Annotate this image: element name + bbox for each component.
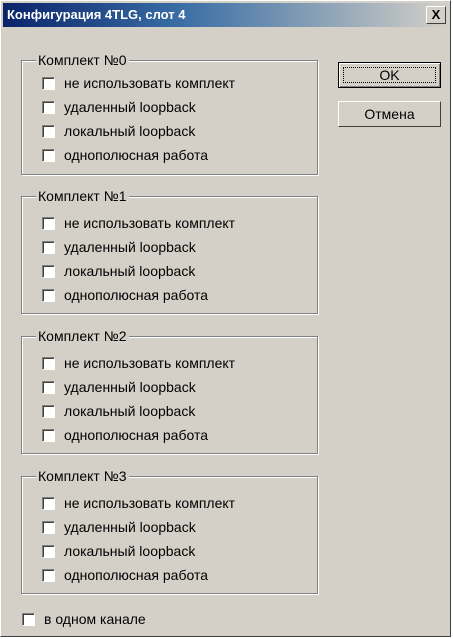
window-title: Конфигурация 4TLG, слот 4	[7, 7, 186, 22]
group-kit-3: Комплект №3 не использовать комплект уда…	[21, 468, 318, 594]
checkbox-label: однополюсная работа	[64, 147, 208, 163]
checkbox-unipolar-kit-1[interactable]: однополюсная работа	[42, 285, 208, 305]
checkbox-box[interactable]	[42, 544, 55, 558]
checkbox-label: удаленный loopback	[64, 519, 196, 535]
checkbox-unipolar-kit-2[interactable]: однополюсная работа	[42, 425, 208, 445]
checkbox-remote-loopback-kit-1[interactable]: удаленный loopback	[42, 237, 196, 257]
close-button[interactable]: X	[426, 6, 446, 24]
checkbox-remote-loopback-kit-0[interactable]: удаленный loopback	[42, 97, 196, 117]
group-title: Комплект №3	[36, 468, 129, 484]
checkbox-label: однополюсная работа	[64, 427, 208, 443]
group-title: Комплект №1	[36, 188, 129, 204]
checkbox-unused-kit-0[interactable]: не использовать комплект	[42, 73, 235, 93]
checkbox-label: удаленный loopback	[64, 239, 196, 255]
group-title: Комплект №2	[36, 328, 129, 344]
group-kit-1: Комплект №1 не использовать комплект уда…	[21, 188, 318, 314]
checkbox-remote-loopback-kit-3[interactable]: удаленный loopback	[42, 517, 196, 537]
title-bar[interactable]: Конфигурация 4TLG, слот 4 X	[3, 3, 448, 27]
checkbox-label: не использовать комплект	[64, 215, 236, 231]
checkbox-unused-kit-3[interactable]: не использовать комплект	[42, 493, 235, 513]
close-icon: X	[431, 7, 441, 22]
checkbox-label: в одном канале	[44, 611, 146, 627]
checkbox-box[interactable]	[42, 240, 55, 254]
checkbox-remote-loopback-kit-2[interactable]: удаленный loopback	[42, 377, 196, 397]
checkbox-box[interactable]	[42, 380, 55, 394]
checkbox-unused-kit-1[interactable]: не использовать комплект	[42, 213, 235, 233]
checkbox-unused-kit-2[interactable]: не использовать комплект	[42, 353, 235, 373]
checkbox-label: не использовать комплект	[64, 355, 236, 371]
checkbox-label: удаленный loopback	[64, 379, 196, 395]
cancel-button[interactable]: Отмена	[338, 101, 441, 127]
checkbox-box[interactable]	[42, 100, 55, 114]
checkbox-box[interactable]	[42, 76, 55, 90]
checkbox-box[interactable]	[42, 356, 55, 370]
checkbox-local-loopback-kit-2[interactable]: локальный loopback	[42, 401, 195, 421]
checkbox-box[interactable]	[42, 428, 55, 442]
checkbox-local-loopback-kit-1[interactable]: локальный loopback	[42, 261, 195, 281]
focus-ring	[343, 67, 436, 83]
checkbox-box[interactable]	[42, 568, 55, 582]
config-dialog: Конфигурация 4TLG, слот 4 X Комплект №0 …	[0, 0, 451, 637]
checkbox-box[interactable]	[42, 520, 55, 534]
checkbox-local-loopback-kit-0[interactable]: локальный loopback	[42, 121, 195, 141]
checkbox-box[interactable]	[42, 148, 55, 162]
checkbox-local-loopback-kit-3[interactable]: локальный loopback	[42, 541, 195, 561]
checkbox-label: не использовать комплект	[64, 495, 236, 511]
checkbox-box[interactable]	[42, 496, 55, 510]
checkbox-box[interactable]	[42, 216, 55, 230]
checkbox-label: локальный loopback	[64, 123, 196, 139]
checkbox-label: локальный loopback	[64, 403, 196, 419]
checkbox-unipolar-kit-0[interactable]: однополюсная работа	[42, 145, 208, 165]
checkbox-single-channel[interactable]: в одном канале	[22, 609, 146, 629]
checkbox-label: однополюсная работа	[64, 287, 208, 303]
checkbox-label: локальный loopback	[64, 543, 196, 559]
checkbox-label: однополюсная работа	[64, 567, 208, 583]
checkbox-box[interactable]	[22, 612, 35, 626]
ok-button[interactable]: OK	[338, 62, 441, 88]
cancel-button-label: Отмена	[364, 106, 415, 122]
checkbox-box[interactable]	[42, 264, 55, 278]
checkbox-label: не использовать комплект	[64, 75, 236, 91]
group-kit-0: Комплект №0 не использовать комплект уда…	[21, 52, 318, 175]
group-title: Комплект №0	[36, 52, 129, 68]
checkbox-label: удаленный loopback	[64, 99, 196, 115]
checkbox-box[interactable]	[42, 288, 55, 302]
checkbox-unipolar-kit-3[interactable]: однополюсная работа	[42, 565, 208, 585]
checkbox-box[interactable]	[42, 404, 55, 418]
group-kit-2: Комплект №2 не использовать комплект уда…	[21, 328, 318, 454]
checkbox-box[interactable]	[42, 124, 55, 138]
checkbox-label: локальный loopback	[64, 263, 196, 279]
